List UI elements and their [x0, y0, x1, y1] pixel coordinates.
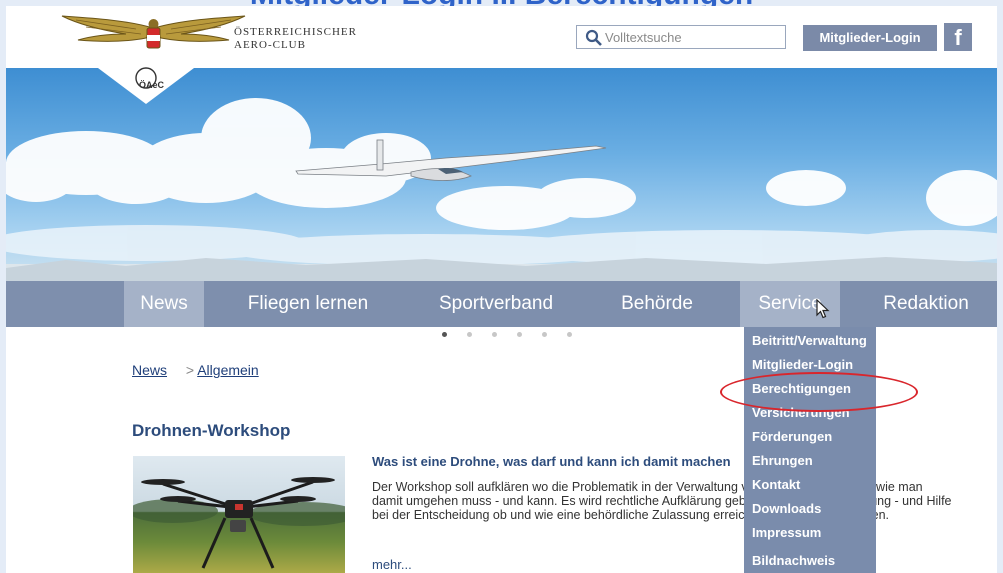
nav-item-sportverband[interactable]: Sportverband [421, 281, 571, 327]
club-name: ÖSTERREICHISCHER AERO-CLUB [234, 26, 357, 52]
nav-item-news[interactable]: News [124, 281, 204, 327]
dropdown-item-impressum[interactable]: Impressum [752, 523, 821, 543]
slider-dot[interactable] [492, 332, 497, 337]
drone-photo [133, 477, 345, 569]
website-page: ÖAeC ÖSTERREICHISCHER AERO-CLUB Mitglied… [6, 6, 997, 573]
slider-dot[interactable] [542, 332, 547, 337]
read-more-link[interactable]: mehr... [372, 557, 412, 572]
dropdown-item-downloads[interactable]: Downloads [752, 499, 821, 519]
breadcrumb-separator: > [185, 362, 195, 378]
highlight-circle-annotation [720, 372, 918, 412]
slider-dot[interactable] [442, 332, 447, 337]
article-headline[interactable]: Was ist eine Drohne, was darf und kann i… [372, 454, 731, 469]
slider-dot[interactable] [517, 332, 522, 337]
dropdown-item-kontakt[interactable]: Kontakt [752, 475, 800, 495]
nav-item-redaktion[interactable]: Redaktion [866, 281, 986, 327]
search-input[interactable] [605, 28, 780, 46]
club-name-line2: AERO-CLUB [234, 39, 306, 51]
club-name-line1: ÖSTERREICHISCHER [234, 26, 357, 38]
logo-badge: ÖAeC [139, 80, 165, 90]
nav-item-fliegen-lernen[interactable]: Fliegen lernen [228, 281, 388, 327]
site-header: ÖAeC ÖSTERREICHISCHER AERO-CLUB Mitglied… [6, 6, 997, 104]
slider-dot[interactable] [567, 332, 572, 337]
breadcrumb: News > Allgemein [132, 362, 259, 378]
aero-club-wings-logo[interactable] [56, 14, 251, 60]
article-title: Drohnen-Workshop [132, 421, 291, 440]
breadcrumb-link-news[interactable]: News [132, 362, 167, 378]
dropdown-item-foerderungen[interactable]: Förderungen [752, 427, 832, 447]
slider-dot[interactable] [467, 332, 472, 337]
main-navigation: News Fliegen lernen Sportverband Behörde… [6, 281, 997, 327]
drone-image[interactable] [133, 456, 345, 573]
members-login-button[interactable]: Mitglieder-Login [803, 25, 937, 51]
facebook-icon[interactable]: f [944, 23, 972, 51]
search-box[interactable] [576, 25, 786, 49]
service-dropdown-menu: Beitritt/Verwaltung Mitglieder-Login Ber… [744, 327, 876, 573]
dropdown-item-beitritt-verwaltung[interactable]: Beitritt/Verwaltung [752, 331, 867, 351]
search-icon [585, 29, 602, 46]
dropdown-item-ehrungen[interactable]: Ehrungen [752, 451, 813, 471]
nav-item-behoerde[interactable]: Behörde [602, 281, 712, 327]
breadcrumb-link-allgemein[interactable]: Allgemein [197, 362, 258, 378]
dropdown-item-bildnachweis[interactable]: Bildnachweis [752, 551, 835, 571]
mouse-cursor-icon [816, 299, 830, 319]
